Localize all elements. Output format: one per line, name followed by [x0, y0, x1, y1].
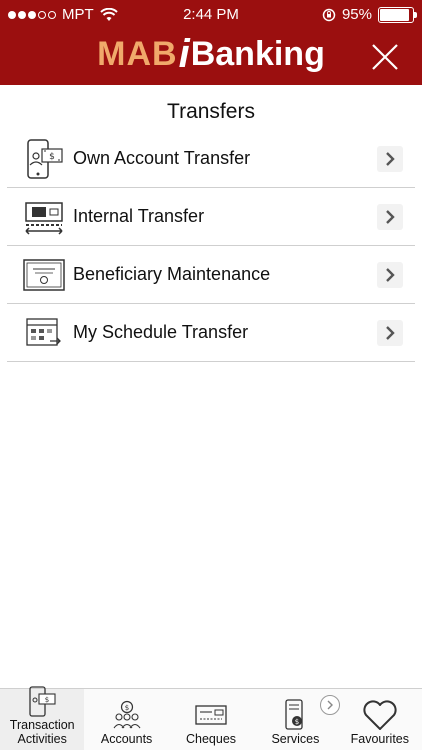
- phone-transfer-icon: $: [27, 686, 57, 718]
- menu-item-label: My Schedule Transfer: [73, 322, 249, 342]
- phone-transfer-icon: $: [21, 138, 67, 179]
- logo-banking: Banking: [190, 35, 325, 73]
- tab-label: Accounts: [100, 732, 153, 746]
- tab-accounts[interactable]: $ Accounts: [84, 689, 168, 750]
- tab-label: Transaction Activities: [9, 718, 75, 746]
- page-title: Transfers: [167, 100, 255, 123]
- phone-services-icon: $: [280, 698, 310, 732]
- menu-item-internal-transfer[interactable]: Internal Transfer: [7, 188, 415, 246]
- menu-item-my-schedule-transfer[interactable]: My Schedule Transfer: [7, 304, 415, 362]
- chevron-right-icon: [377, 320, 403, 346]
- battery-percent: 95%: [341, 6, 372, 23]
- header-bar: MPT 2:44 PM 95% MABiBanking: [0, 0, 422, 85]
- tab-transaction-activities[interactable]: $ Transaction Activities: [0, 686, 85, 750]
- heart-icon: [362, 698, 398, 732]
- tab-label: Cheques: [185, 732, 237, 746]
- chevron-right-icon: [377, 262, 403, 288]
- chevron-right-icon: [377, 146, 403, 172]
- certificate-icon: [21, 255, 67, 295]
- menu-item-label: Beneficiary Maintenance: [73, 264, 271, 284]
- transfer-menu: $ Own Account Transfer Internal Transfer: [7, 130, 415, 362]
- bank-transfer-icon: [21, 197, 67, 237]
- calendar-transfer-icon: [21, 313, 67, 353]
- menu-item-own-account-transfer[interactable]: $ Own Account Transfer: [7, 130, 415, 188]
- status-bar: MPT 2:44 PM 95%: [0, 0, 422, 30]
- orientation-lock-icon: [322, 8, 336, 21]
- status-right: 95%: [322, 6, 417, 23]
- svg-text:$: $: [295, 718, 299, 726]
- menu-item-label: Own Account Transfer: [73, 148, 251, 168]
- svg-text:$: $: [49, 152, 55, 162]
- logo-mab: MAB: [97, 35, 178, 73]
- logo-i: i: [178, 32, 190, 76]
- cheque-icon: [195, 698, 227, 732]
- battery-icon: [378, 6, 417, 23]
- tab-cheques[interactable]: Cheques: [169, 689, 253, 750]
- bottom-tab-bar: $ Transaction Activities $ Accounts Cheq…: [0, 686, 422, 750]
- chevron-right-icon: [377, 204, 403, 230]
- more-tabs-button[interactable]: [320, 695, 340, 715]
- app-logo: MABiBanking: [0, 32, 422, 82]
- tab-favourites[interactable]: Favourites: [338, 689, 422, 750]
- menu-item-beneficiary-maintenance[interactable]: Beneficiary Maintenance: [7, 246, 415, 304]
- menu-item-label: Internal Transfer: [73, 206, 205, 226]
- close-button[interactable]: [370, 42, 400, 72]
- svg-text:$: $: [124, 704, 128, 712]
- svg-text:$: $: [45, 696, 49, 704]
- close-icon: [372, 44, 398, 70]
- people-dollar-icon: $: [111, 698, 143, 732]
- chevron-right-icon: [327, 700, 333, 710]
- tab-label: Favourites: [350, 732, 409, 746]
- tab-label: Services: [271, 732, 320, 746]
